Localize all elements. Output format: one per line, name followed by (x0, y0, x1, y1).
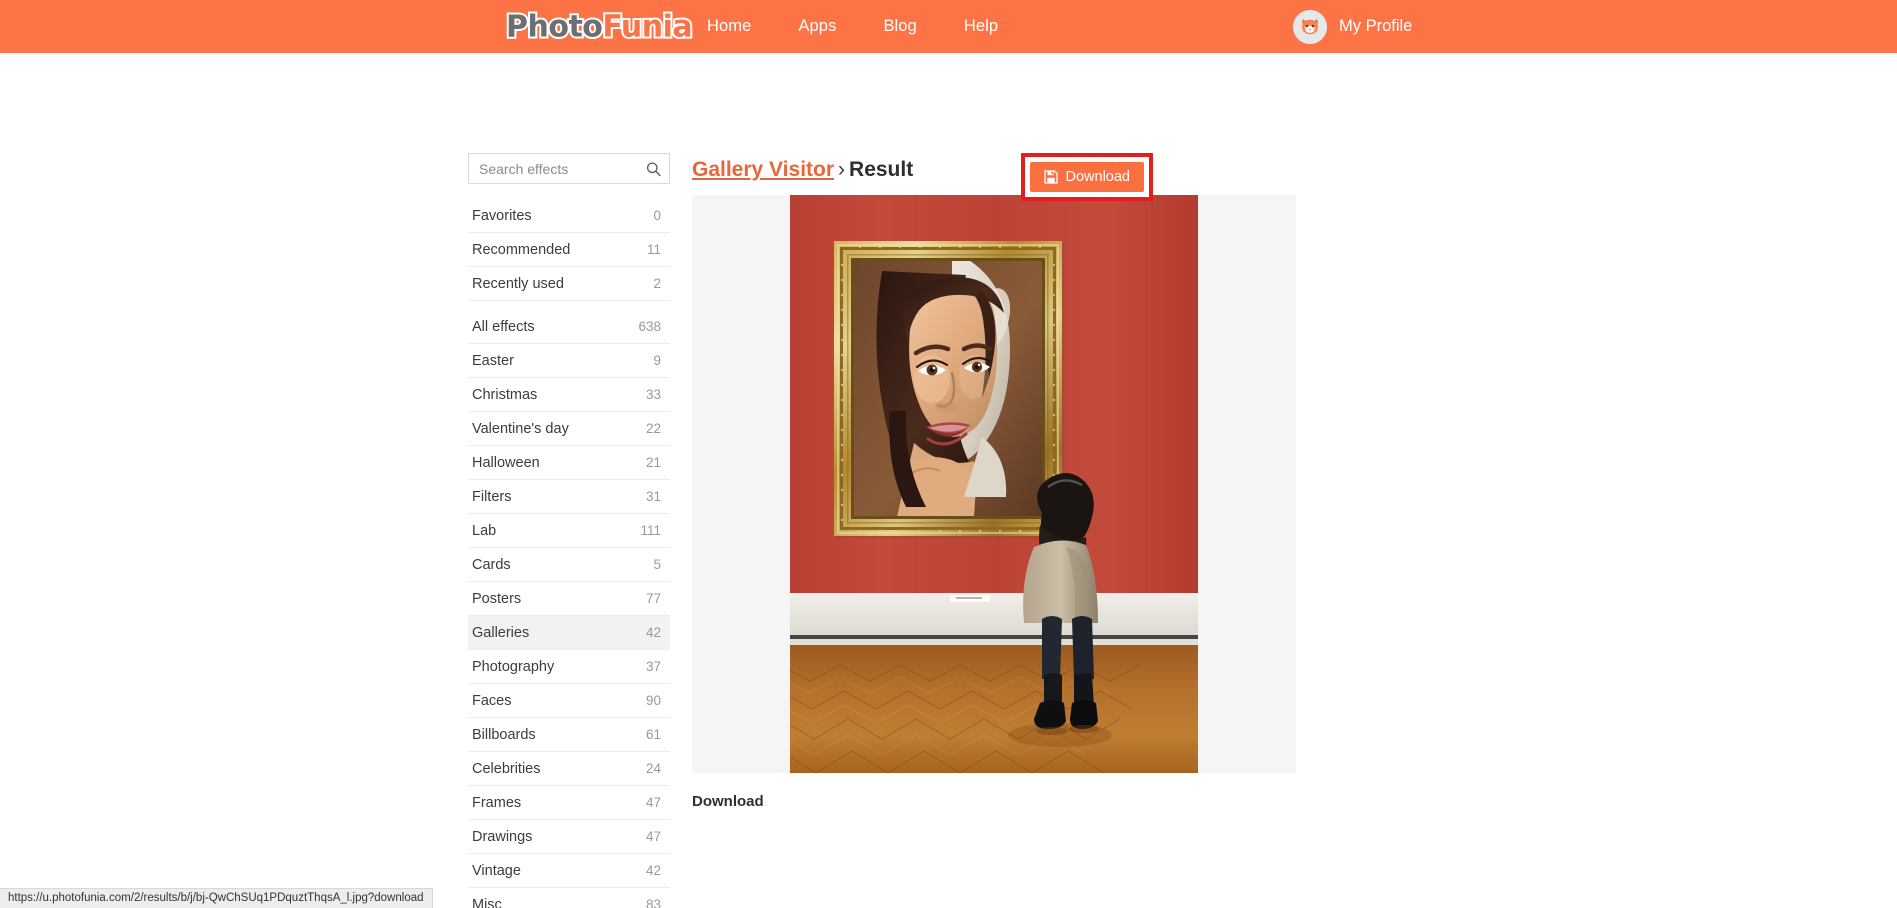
sidebar-item-count: 0 (653, 208, 661, 223)
my-profile-link[interactable]: My Profile (1293, 9, 1413, 44)
page-body: Favorites 0 Recommended 11 Recently used… (0, 53, 1897, 908)
search-icon[interactable] (646, 161, 661, 176)
status-bar-url: https://u.photofunia.com/2/results/b/j/b… (0, 888, 433, 908)
sidebar-item-label: Frames (472, 794, 522, 811)
sidebar-item-christmas[interactable]: Christmas 33 (468, 378, 670, 412)
sidebar-item-label: Cards (472, 556, 511, 573)
sidebar-item-count: 9 (653, 353, 661, 368)
sidebar-item-count: 77 (645, 591, 661, 606)
photofunia-logo[interactable]: PhotoFunia (504, 7, 695, 46)
main-navigation: Home Apps Blog Help (707, 0, 998, 53)
sidebar-item-misc[interactable]: Misc 83 (468, 888, 670, 908)
sidebar-item-count: 2 (653, 276, 661, 291)
sidebar-item-count: 42 (645, 863, 661, 878)
sidebar-item-count: 42 (645, 625, 661, 640)
nav-item-apps[interactable]: Apps (798, 17, 836, 36)
logo-text-funia: Funia (600, 7, 694, 46)
sidebar-item-all-effects[interactable]: All effects 638 (468, 310, 670, 344)
sidebar-item-galleries[interactable]: Galleries 42 (468, 616, 670, 650)
sidebar-item-photography[interactable]: Photography 37 (468, 650, 670, 684)
sidebar-item-favorites[interactable]: Favorites 0 (468, 199, 670, 233)
sidebar-item-label: Misc (472, 896, 502, 908)
download-button[interactable]: Download (1029, 162, 1144, 192)
category-list: All effects 638 Easter 9 Christmas 33 Va… (468, 310, 670, 908)
sidebar-item-label: Recently used (472, 275, 564, 292)
sidebar-item-filters[interactable]: Filters 31 (468, 480, 670, 514)
sidebar-item-count: 638 (638, 319, 661, 334)
search-effects-box[interactable] (468, 153, 670, 184)
sidebar-item-label: All effects (472, 318, 535, 335)
sidebar-item-count: 22 (645, 421, 661, 436)
sidebar-item-count: 61 (645, 727, 661, 742)
site-header: PhotoFunia Home Apps Blog Help My Profil… (0, 0, 1897, 53)
sidebar-item-celebrities[interactable]: Celebrities 24 (468, 752, 670, 786)
sidebar-item-label: Lab (472, 522, 497, 539)
result-image[interactable] (779, 195, 1198, 773)
sidebar-item-faces[interactable]: Faces 90 (468, 684, 670, 718)
sidebar-item-count: 90 (645, 693, 661, 708)
sidebar-item-count: 21 (645, 455, 661, 470)
profile-label: My Profile (1339, 17, 1413, 35)
breadcrumb-current: Result (849, 158, 914, 181)
sidebar-item-frames[interactable]: Frames 47 (468, 786, 670, 820)
sidebar-divider-gap (468, 301, 670, 310)
sidebar: Favorites 0 Recommended 11 Recently used… (468, 153, 670, 908)
breadcrumb-row: Gallery Visitor › Result Download (692, 153, 1417, 201)
main-content: Gallery Visitor › Result Download Downlo… (692, 153, 1417, 810)
breadcrumb-separator: › (838, 158, 846, 181)
sidebar-item-lab[interactable]: Lab 111 (468, 514, 670, 548)
save-icon (1043, 170, 1058, 184)
sidebar-item-count: 111 (640, 523, 661, 538)
sidebar-item-count: 47 (645, 829, 661, 844)
sidebar-item-count: 33 (645, 387, 661, 402)
sidebar-item-label: Billboards (472, 726, 536, 743)
sidebar-item-billboards[interactable]: Billboards 61 (468, 718, 670, 752)
breadcrumb: Gallery Visitor › Result (692, 158, 913, 182)
sidebar-item-label: Celebrities (472, 760, 541, 777)
sidebar-item-label: Faces (472, 692, 512, 709)
sidebar-item-label: Posters (472, 590, 522, 607)
sidebar-item-recommended[interactable]: Recommended 11 (468, 233, 670, 267)
sidebar-item-label: Drawings (472, 828, 533, 845)
sidebar-item-halloween[interactable]: Halloween 21 (468, 446, 670, 480)
sidebar-item-label: Recommended (472, 241, 571, 258)
sidebar-item-count: 47 (645, 795, 661, 810)
sidebar-item-vintage[interactable]: Vintage 42 (468, 854, 670, 888)
sidebar-item-count: 5 (653, 557, 661, 572)
download-section-heading: Download (692, 793, 764, 810)
result-image-container (692, 195, 1296, 773)
nav-item-blog[interactable]: Blog (883, 17, 916, 36)
sidebar-item-label: Christmas (472, 386, 538, 403)
sidebar-item-label: Halloween (472, 454, 540, 471)
sidebar-item-count: 11 (646, 242, 661, 257)
sidebar-item-drawings[interactable]: Drawings 47 (468, 820, 670, 854)
sidebar-item-label: Easter (472, 352, 514, 369)
sidebar-item-posters[interactable]: Posters 77 (468, 582, 670, 616)
sidebar-item-label: Valentine's day (472, 420, 569, 437)
quick-links-list: Favorites 0 Recommended 11 Recently used… (468, 199, 670, 301)
sidebar-item-count: 31 (645, 489, 661, 504)
sidebar-item-label: Galleries (472, 624, 530, 641)
sidebar-item-count: 37 (645, 659, 661, 674)
download-button-label: Download (1065, 169, 1131, 185)
sidebar-item-valentines-day[interactable]: Valentine's day 22 (468, 412, 670, 446)
sidebar-item-label: Filters (472, 488, 512, 505)
nav-item-help[interactable]: Help (964, 17, 998, 36)
sidebar-item-label: Vintage (472, 862, 521, 879)
sidebar-item-label: Favorites (472, 207, 532, 224)
search-input[interactable] (469, 154, 669, 183)
sidebar-item-label: Photography (472, 658, 555, 675)
sidebar-item-count: 24 (645, 761, 661, 776)
sidebar-item-easter[interactable]: Easter 9 (468, 344, 670, 378)
nav-item-home[interactable]: Home (707, 17, 751, 36)
sidebar-item-cards[interactable]: Cards 5 (468, 548, 670, 582)
breadcrumb-link-gallery-visitor[interactable]: Gallery Visitor (692, 158, 834, 181)
download-button-highlight: Download (1020, 153, 1153, 201)
avatar (1293, 9, 1327, 44)
logo-text-photo: Photo (504, 7, 605, 46)
sidebar-item-recently-used[interactable]: Recently used 2 (468, 267, 670, 301)
sidebar-item-count: 83 (645, 897, 661, 908)
gallery-visitor-result-svg (779, 195, 1198, 773)
